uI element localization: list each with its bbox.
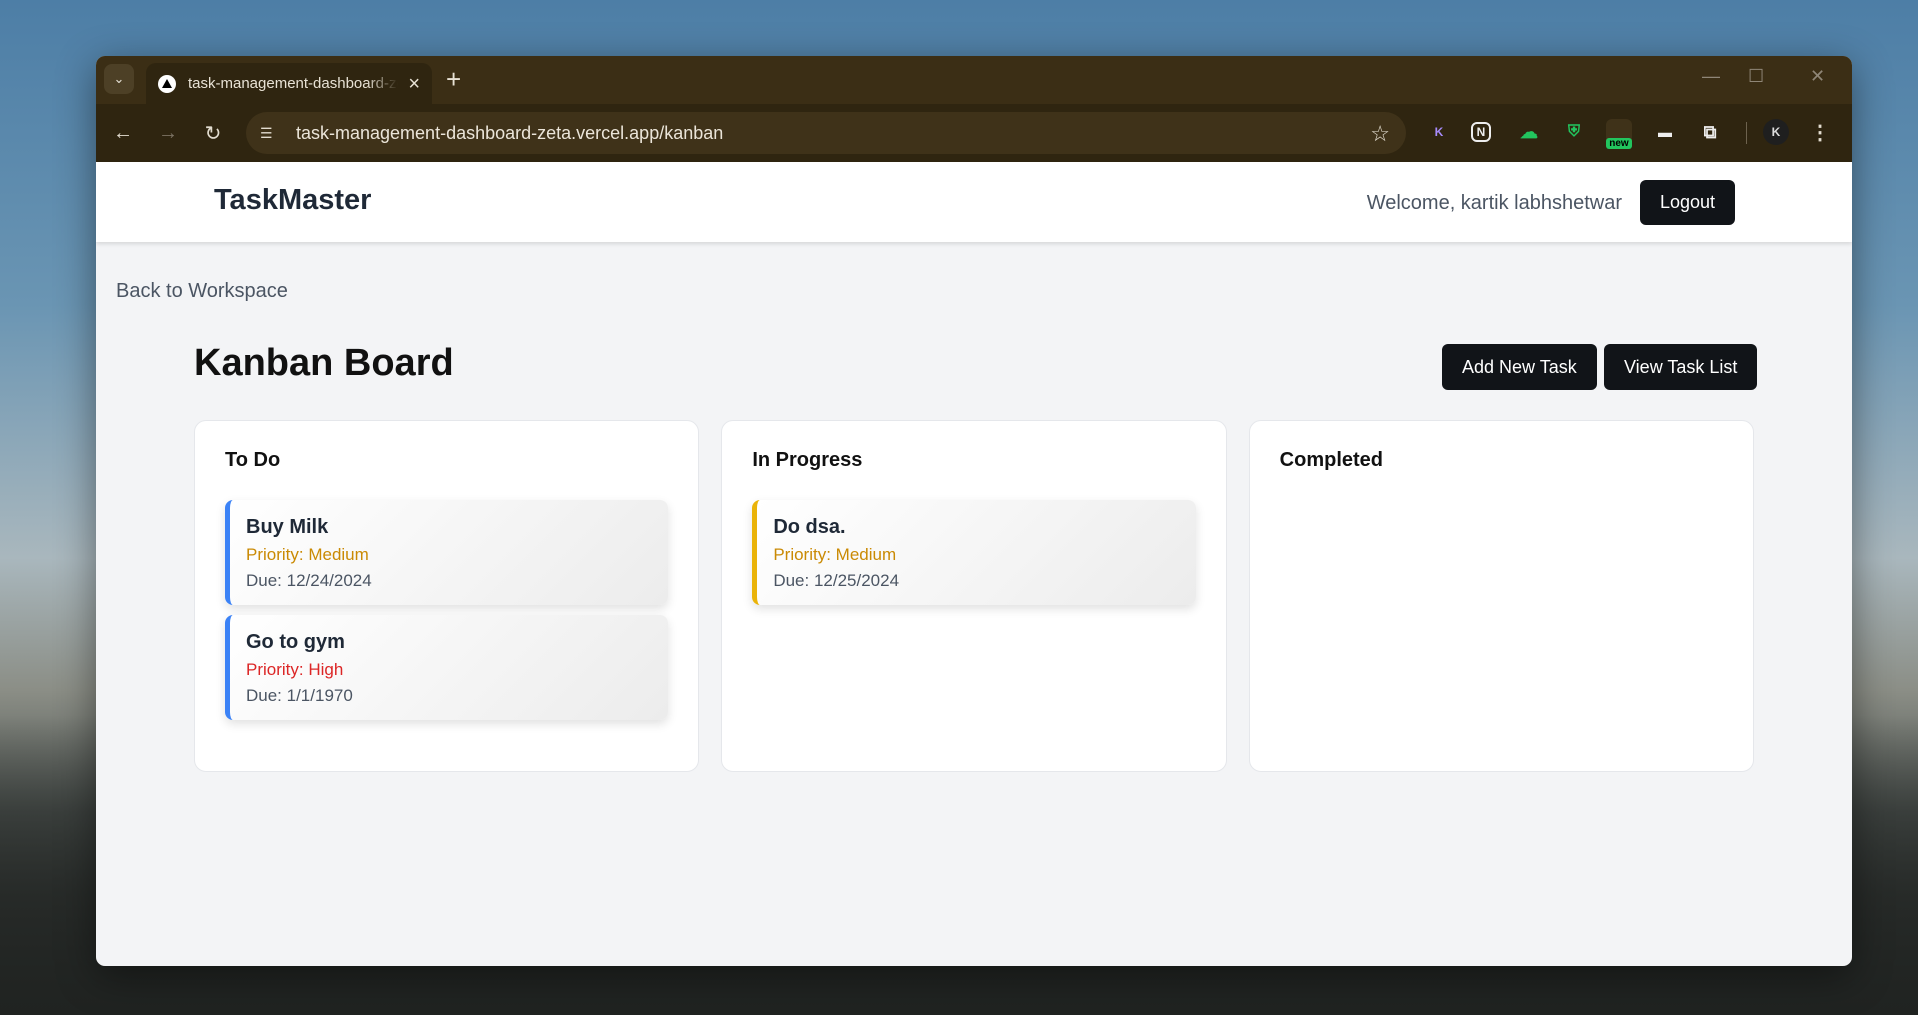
new-extension-icon[interactable]: new [1606, 119, 1632, 149]
k-extension-icon[interactable]: K [1426, 119, 1452, 145]
column-todo: To Do Buy Milk Priority: Medium Due: 12/… [194, 420, 700, 772]
brand-logo[interactable]: TaskMaster [214, 184, 371, 217]
tab-bar: ⌄ task-management-dashboard-zeta.vercel.… [96, 56, 1852, 104]
add-new-task-button[interactable]: Add New Task [1442, 344, 1597, 390]
kanban-columns: To Do Buy Milk Priority: Medium Due: 12/… [194, 420, 1754, 772]
card-icon[interactable]: ▬ [1652, 119, 1678, 145]
url-text[interactable]: task-management-dashboard-zeta.vercel.ap… [296, 123, 723, 144]
task-priority: Priority: Medium [246, 545, 369, 564]
omnibox[interactable]: ☰ task-management-dashboard-zeta.vercel.… [246, 112, 1406, 154]
cloud-download-icon[interactable]: ☁ [1516, 119, 1542, 145]
profile-avatar-icon[interactable]: K [1763, 119, 1789, 145]
extensions-puzzle-icon[interactable]: ⧉ [1697, 119, 1723, 145]
task-priority: Priority: High [246, 660, 344, 679]
window-close-icon[interactable]: ✕ [1810, 66, 1825, 87]
kebab-menu-icon[interactable]: ⋮ [1807, 119, 1833, 145]
column-completed: Completed [1248, 420, 1754, 772]
address-bar-row: ← → ↻ ☰ task-management-dashboard-zeta.v… [96, 104, 1852, 162]
browser-window: ⌄ task-management-dashboard-zeta.vercel.… [96, 56, 1852, 966]
task-due-date: Due: 12/25/2024 [773, 571, 900, 590]
maximize-icon[interactable]: ☐ [1748, 66, 1764, 87]
forward-arrow-icon[interactable]: → [153, 118, 183, 148]
task-title: Go to gym [246, 631, 345, 653]
logout-button[interactable]: Logout [1639, 180, 1735, 225]
column-title: In Progress [752, 449, 863, 471]
page-title: Kanban Board [194, 342, 454, 384]
site-info-icon[interactable]: ☰ [260, 125, 282, 142]
reload-icon[interactable]: ↻ [198, 118, 228, 148]
new-tab-button[interactable]: + [446, 65, 461, 93]
toolbar-divider [1746, 122, 1747, 144]
tab-title: task-management-dashboard-zeta.vercel.ap… [188, 75, 398, 92]
welcome-text: Welcome, kartik labhshetwar [1366, 192, 1622, 214]
view-task-list-button[interactable]: View Task List [1604, 344, 1758, 390]
tab-search-chevron-icon[interactable]: ⌄ [104, 64, 134, 94]
task-card[interactable]: Buy Milk Priority: Medium Due: 12/24/202… [225, 500, 669, 605]
task-due-date: Due: 12/24/2024 [246, 571, 372, 590]
column-title: To Do [225, 449, 281, 471]
new-badge: new [1606, 138, 1632, 149]
app-header: TaskMaster Welcome, kartik labhshetwar L… [96, 162, 1852, 242]
close-icon[interactable]: × [408, 74, 420, 94]
column-in-progress: In Progress Do dsa. Priority: Medium Due… [721, 420, 1227, 772]
task-title: Do dsa. [773, 516, 846, 538]
minimize-icon[interactable]: — [1702, 66, 1720, 87]
task-card[interactable]: Go to gym Priority: High Due: 1/1/1970 [225, 615, 669, 720]
task-title: Buy Milk [246, 516, 329, 538]
column-title: Completed [1279, 449, 1383, 471]
vercel-triangle-icon [158, 74, 176, 93]
notion-icon[interactable]: N [1471, 122, 1491, 142]
back-to-workspace-link[interactable]: Back to Workspace [116, 280, 288, 303]
bookmark-star-icon[interactable]: ☆ [1370, 121, 1390, 147]
back-arrow-icon[interactable]: ← [108, 118, 138, 148]
task-priority: Priority: Medium [773, 545, 897, 564]
task-card[interactable]: Do dsa. Priority: Medium Due: 12/25/2024 [752, 500, 1196, 605]
shield-icon[interactable]: ⛨ [1561, 119, 1587, 145]
browser-tab[interactable]: task-management-dashboard-zeta.vercel.ap… [146, 63, 432, 104]
task-due-date: Due: 1/1/1970 [246, 686, 353, 705]
